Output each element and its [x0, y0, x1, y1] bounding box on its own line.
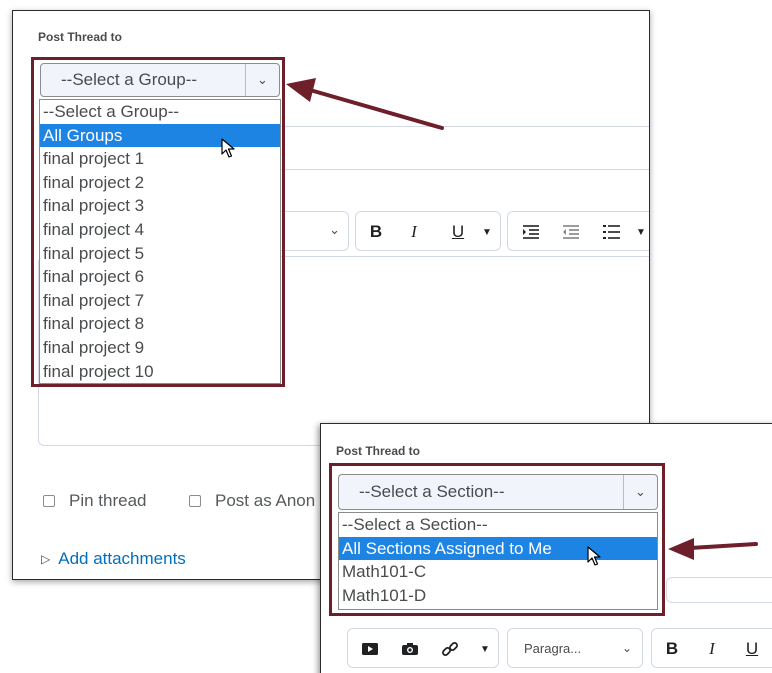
group-option[interactable]: final project 5: [40, 242, 280, 266]
paragraph-select-value: Paragra...: [524, 640, 582, 656]
post-anonymous-checkbox[interactable]: [189, 495, 201, 507]
underline-button[interactable]: U: [739, 636, 765, 662]
post-anonymous-option[interactable]: Post as Anon: [189, 491, 315, 511]
italic-button[interactable]: I: [699, 636, 725, 662]
group-option[interactable]: final project 1: [40, 147, 280, 171]
caret-down-icon[interactable]: ▼: [635, 219, 647, 245]
mouse-pointer-icon: [587, 546, 601, 566]
group-option[interactable]: final project 3: [40, 194, 280, 218]
post-thread-to-label: Post Thread to: [336, 444, 421, 458]
group-select[interactable]: --Select a Group-- ⌄: [40, 63, 280, 97]
group-option[interactable]: --Select a Group--: [40, 100, 280, 124]
italic-button[interactable]: I: [401, 219, 427, 245]
caret-down-icon[interactable]: ▼: [477, 636, 493, 662]
chevron-down-icon: ⌄: [329, 222, 340, 237]
video-icon[interactable]: [357, 636, 383, 662]
group-options-list: --Select a Group-- All Groups final projec…: [39, 99, 281, 384]
pin-thread-label: Pin thread: [69, 491, 147, 510]
list-icon[interactable]: [599, 219, 625, 245]
indent-icon[interactable]: [518, 219, 544, 245]
paragraph-select[interactable]: Paragra... ⌄: [507, 628, 643, 668]
group-option[interactable]: final project 4: [40, 218, 280, 242]
group-select-value: --Select a Group--: [61, 70, 198, 89]
chevron-down-icon[interactable]: ⌄: [623, 475, 657, 509]
group-option[interactable]: final project 7: [40, 289, 280, 313]
underline-button[interactable]: U: [445, 219, 471, 245]
section-option[interactable]: --Select a Section--: [339, 513, 657, 537]
group-option[interactable]: final project 2: [40, 171, 280, 195]
section-select[interactable]: --Select a Section-- ⌄: [338, 474, 658, 510]
post-anonymous-label: Post as Anon: [215, 491, 316, 510]
link-icon[interactable]: [437, 636, 463, 662]
arrow-annotation-icon: [668, 538, 758, 560]
pin-thread-option[interactable]: Pin thread: [43, 491, 147, 511]
title-field-background: [666, 577, 772, 603]
section-options-list: --Select a Section-- All Sections Assigne…: [338, 512, 658, 610]
pin-thread-checkbox[interactable]: [43, 495, 55, 507]
outdent-icon[interactable]: [558, 219, 584, 245]
group-option[interactable]: final project 6: [40, 265, 280, 289]
mouse-pointer-icon: [221, 138, 235, 158]
section-option[interactable]: Math101-D: [339, 584, 657, 608]
section-option[interactable]: All Sections Assigned to Me: [339, 536, 657, 561]
group-option[interactable]: All Groups: [40, 123, 280, 148]
chevron-down-icon[interactable]: ⌄: [245, 64, 279, 96]
section-select-value: --Select a Section--: [359, 482, 505, 501]
post-thread-to-label: Post Thread to: [38, 30, 123, 44]
add-attachments-link[interactable]: ▷ Add attachments: [41, 549, 186, 569]
caret-down-icon[interactable]: ▼: [479, 219, 495, 245]
paragraph-select-partial[interactable]: ⌄: [281, 211, 349, 251]
triangle-right-icon: ▷: [41, 552, 51, 566]
add-attachments-label: Add attachments: [58, 549, 186, 568]
group-option[interactable]: final project 9: [40, 336, 280, 360]
group-option[interactable]: final project 10: [40, 360, 280, 384]
chevron-down-icon: ⌄: [621, 641, 633, 655]
bold-button[interactable]: B: [363, 219, 389, 245]
camera-icon[interactable]: [397, 636, 423, 662]
bold-button[interactable]: B: [659, 636, 685, 662]
section-option[interactable]: Math101-C: [339, 560, 657, 584]
arrow-annotation-icon: [286, 78, 444, 130]
group-option[interactable]: final project 8: [40, 312, 280, 336]
